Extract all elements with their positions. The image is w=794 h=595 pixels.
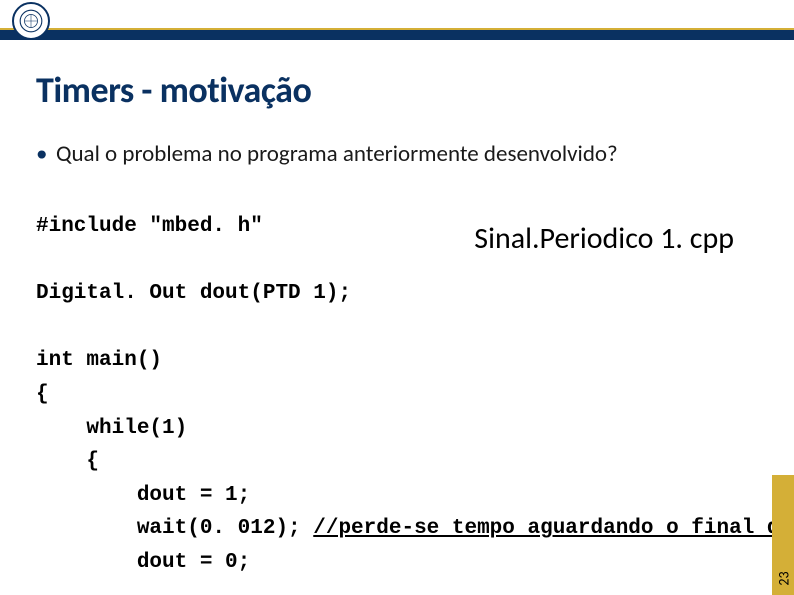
code-line: #include "mbed. h" — [36, 215, 263, 238]
code-comment: //perde-se tempo aguardando o final da c… — [313, 517, 794, 540]
bullet-item: •Qual o problema no programa anteriormen… — [36, 140, 618, 168]
code-line: wait(0. 012); — [36, 517, 313, 540]
code-block: #include "mbed. h" Digital. Out dout(PTD… — [36, 210, 794, 595]
code-line: { — [36, 450, 99, 473]
slide-title: Timers - motivação — [36, 68, 311, 112]
slide: Timers - motivação •Qual o problema no p… — [0, 0, 794, 595]
page-number: 23 — [775, 571, 792, 585]
code-line: Digital. Out dout(PTD 1); — [36, 282, 351, 305]
code-line: while(1) — [36, 417, 187, 440]
bullet-marker: • — [36, 140, 56, 168]
university-logo — [12, 2, 50, 40]
code-line: int main() — [36, 349, 162, 372]
code-line: . . . — [36, 585, 187, 595]
seal-icon — [18, 8, 44, 34]
code-line: dout = 0; — [36, 551, 250, 574]
bullet-text: Qual o problema no programa anteriorment… — [56, 140, 618, 168]
code-line: dout = 1; — [36, 484, 250, 507]
header-band — [0, 30, 794, 40]
code-line: { — [36, 383, 49, 406]
